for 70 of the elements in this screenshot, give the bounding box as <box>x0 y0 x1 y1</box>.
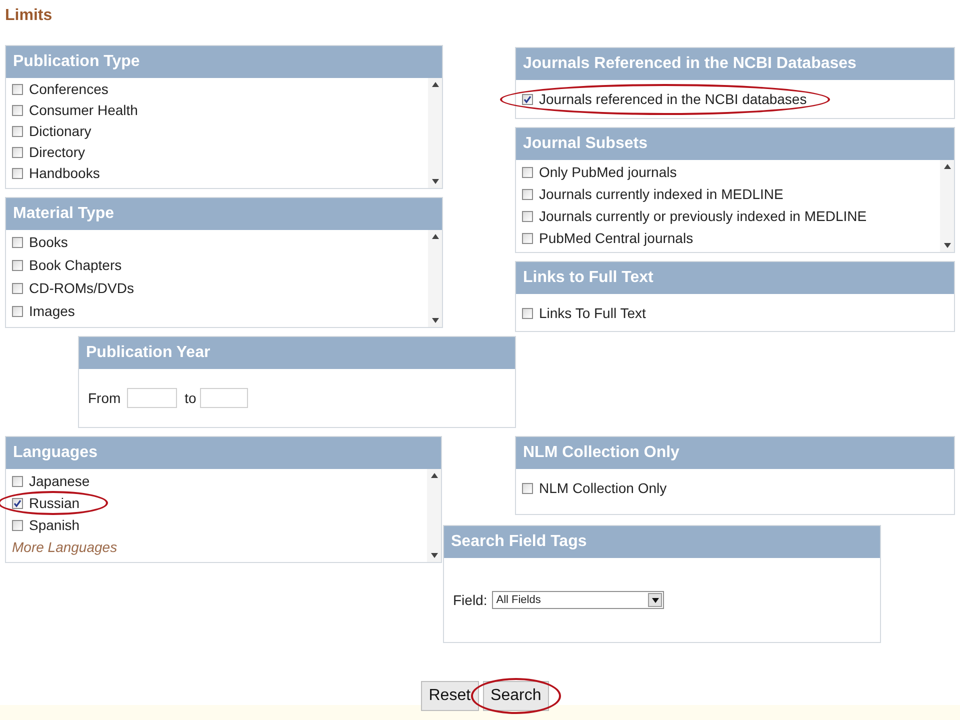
checkbox-label: PubMed Central journals <box>539 228 694 248</box>
field-label: Field: <box>453 590 488 610</box>
scroll-down-icon[interactable] <box>432 318 438 323</box>
checkbox[interactable] <box>12 147 23 158</box>
panel-header: Languages <box>13 443 98 463</box>
panel-header: NLM Collection Only <box>523 443 680 463</box>
year-input[interactable] <box>126 388 177 408</box>
scroll-up-icon[interactable] <box>432 234 438 239</box>
checkbox-label: Spanish <box>29 516 80 535</box>
scrollbar[interactable] <box>428 230 442 327</box>
from-label: From <box>88 388 121 408</box>
checkbox[interactable] <box>522 94 533 105</box>
checkbox[interactable] <box>12 260 23 271</box>
checkbox[interactable] <box>522 188 533 200</box>
checkbox-label: Japanese <box>29 472 90 491</box>
panel-header: Publication Type <box>13 52 140 72</box>
checkbox-label: Handbooks <box>29 164 100 183</box>
scrollbar[interactable] <box>428 78 442 188</box>
checkbox[interactable] <box>522 210 533 222</box>
checkbox-label: Dictionary <box>29 122 92 141</box>
checkbox-label: Only PubMed journals <box>539 162 677 182</box>
scroll-down-icon[interactable] <box>432 179 438 184</box>
to-label: to <box>184 388 196 408</box>
checkbox-label: CD-ROMs/DVDs <box>29 279 134 298</box>
checkbox-label: Consumer Health <box>29 101 138 120</box>
checkbox-label: Books <box>29 233 68 252</box>
checkbox[interactable] <box>12 306 23 317</box>
year-input[interactable] <box>200 388 248 408</box>
checkbox-label: Conferences <box>29 80 108 99</box>
page-title: Limits <box>5 6 52 26</box>
checkbox[interactable] <box>12 520 23 530</box>
checkbox-label: Journals referenced in the NCBI databases <box>539 90 807 109</box>
checkbox[interactable] <box>12 498 23 508</box>
scrollbar[interactable] <box>427 469 441 562</box>
scroll-down-icon[interactable] <box>944 243 950 248</box>
search-button[interactable]: Search <box>482 681 550 711</box>
checkbox-label: Book Chapters <box>29 256 122 275</box>
panel-header: Links to Full Text <box>523 268 654 288</box>
checkbox-label: Links To Full Text <box>539 304 646 323</box>
scroll-up-icon[interactable] <box>944 164 950 169</box>
checkbox[interactable] <box>12 84 23 95</box>
field-dropdown[interactable]: All Fields <box>492 591 664 609</box>
checkbox-label: Journals currently indexed in MEDLINE <box>539 184 784 204</box>
checkbox-label: NLM Collection Only <box>539 479 667 498</box>
scrollbar[interactable] <box>940 160 954 252</box>
checkbox-label: Images <box>29 302 75 321</box>
checkbox[interactable] <box>522 308 533 319</box>
checkbox[interactable] <box>12 126 23 137</box>
scroll-down-icon[interactable] <box>430 553 438 558</box>
dropdown-caret-icon[interactable] <box>648 593 662 607</box>
reset-button[interactable]: Reset <box>420 681 479 711</box>
checkbox[interactable] <box>12 476 23 486</box>
checkbox-label: Directory <box>29 143 86 162</box>
scroll-up-icon[interactable] <box>430 473 438 478</box>
checkbox[interactable] <box>12 283 23 294</box>
checkbox[interactable] <box>522 166 533 178</box>
scroll-up-icon[interactable] <box>432 82 438 87</box>
panel-header: Journal Subsets <box>523 134 648 154</box>
checkbox[interactable] <box>522 483 533 494</box>
checkbox[interactable] <box>12 105 23 116</box>
checkbox-label: Russian <box>29 494 80 512</box>
more-link[interactable]: More Languages <box>12 536 118 558</box>
checkbox-label: Journals currently or previously indexed in MEDLINE <box>539 206 867 226</box>
checkbox[interactable] <box>12 168 23 179</box>
panel-header: Material Type <box>13 204 114 224</box>
panel-header: Publication Year <box>86 343 210 363</box>
panel-header: Journals Referenced in the NCBI Databases <box>523 54 856 74</box>
checkbox[interactable] <box>12 237 23 248</box>
panel-header: Search Field Tags <box>451 532 587 552</box>
checkbox[interactable] <box>522 232 533 244</box>
